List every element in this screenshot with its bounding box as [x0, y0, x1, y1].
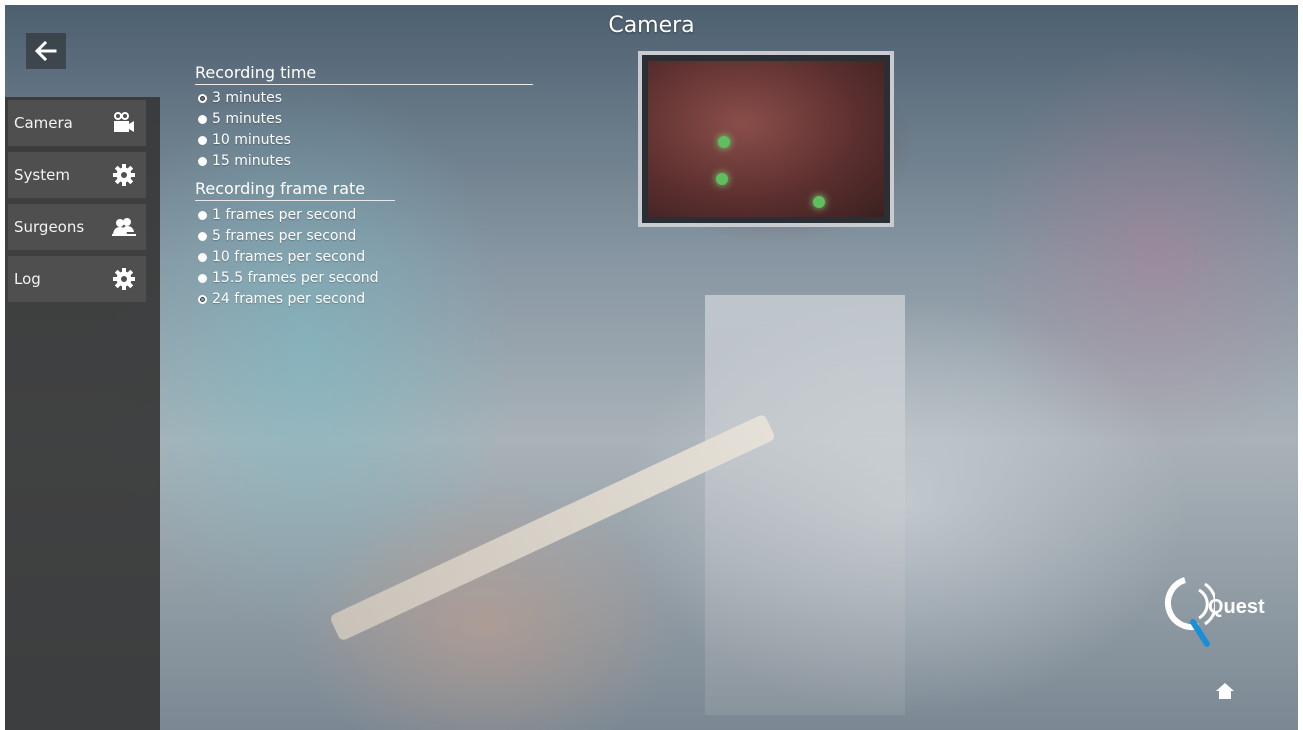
- background-equipment: [705, 295, 905, 715]
- quest-logo-mark-icon: [1164, 577, 1215, 647]
- users-icon: [112, 215, 136, 239]
- radio-selected-icon: [198, 294, 207, 304]
- page-title: Camera: [608, 13, 695, 38]
- sidebar-item-label: System: [14, 166, 70, 184]
- radio-option-10-minutes[interactable]: 10 minutes: [198, 132, 291, 148]
- radio-icon: [198, 156, 207, 166]
- sidebar-item-label: Camera: [14, 114, 73, 132]
- video-camera-icon: [112, 111, 136, 135]
- radio-option-15-minutes[interactable]: 15 minutes: [198, 153, 291, 169]
- sidebar-item-label: Surgeons: [14, 218, 85, 236]
- radio-option-3-minutes[interactable]: 3 minutes: [198, 90, 282, 106]
- radio-icon: [198, 273, 207, 283]
- radio-option-15-5-fps[interactable]: 15.5 frames per second: [198, 270, 379, 286]
- sidebar-item-system[interactable]: System: [8, 152, 146, 198]
- sidebar-item-camera[interactable]: Camera: [8, 100, 146, 146]
- sidebar-item-log[interactable]: Log: [8, 256, 146, 302]
- sidebar-item-label: Log: [14, 270, 41, 288]
- divider: [195, 200, 395, 201]
- radio-option-1-fps[interactable]: 1 frames per second: [198, 207, 356, 223]
- sidebar: Camera System Surgeons Log: [5, 97, 160, 730]
- radio-selected-icon: [198, 93, 207, 103]
- back-button[interactable]: [26, 33, 66, 69]
- radio-option-10-fps[interactable]: 10 frames per second: [198, 249, 365, 265]
- recording-frame-rate-title: Recording frame rate: [195, 179, 366, 198]
- arrow-left-icon: [34, 40, 57, 62]
- background-monitor: [638, 51, 894, 227]
- quest-logo: Quest: [1155, 568, 1285, 648]
- radio-icon: [198, 135, 207, 145]
- radio-option-5-fps[interactable]: 5 frames per second: [198, 228, 356, 244]
- radio-icon: [198, 231, 207, 241]
- home-button[interactable]: [1214, 680, 1236, 702]
- sidebar-item-surgeons[interactable]: Surgeons: [8, 204, 146, 250]
- quest-logo-text: Quest: [1208, 596, 1265, 618]
- gear-icon: [112, 163, 136, 187]
- settings-screen: Camera Camera System Surgeons Log Record…: [5, 5, 1298, 730]
- divider: [195, 84, 533, 85]
- recording-time-title: Recording time: [195, 63, 317, 82]
- radio-option-24-fps[interactable]: 24 frames per second: [198, 291, 365, 307]
- radio-option-5-minutes[interactable]: 5 minutes: [198, 111, 282, 127]
- radio-icon: [198, 210, 207, 220]
- radio-icon: [198, 114, 207, 124]
- gear-icon: [112, 267, 136, 291]
- radio-icon: [198, 252, 207, 262]
- home-icon: [1216, 683, 1234, 699]
